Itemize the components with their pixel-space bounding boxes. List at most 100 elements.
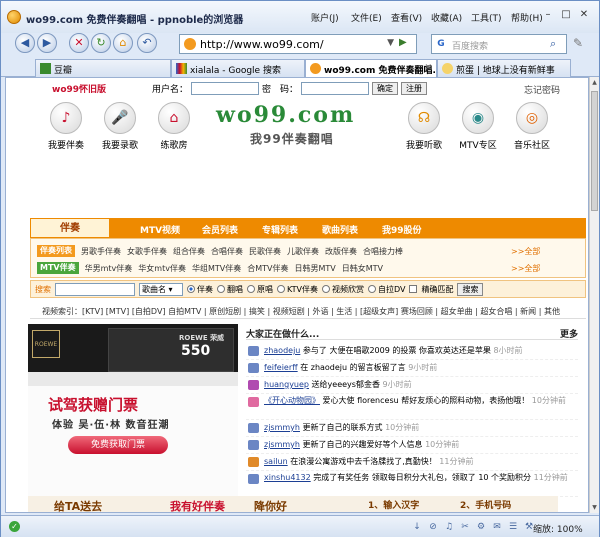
vertical-scrollbar[interactable]: ▲ ▼ xyxy=(589,77,599,513)
get-ticket-button[interactable]: 免费获取门票 xyxy=(68,436,168,454)
scroll-thumb[interactable] xyxy=(591,91,598,211)
bottom-banner[interactable]: 给TA送去 我有好伴奏 降你好 1、输入汉字 2、手机号码 xyxy=(28,496,558,512)
mtv-nav[interactable]: ◉ MTV专区 xyxy=(448,102,508,151)
tab-mtv-video[interactable]: MTV视频 xyxy=(140,223,180,236)
close-icon[interactable]: ✕ xyxy=(577,8,591,22)
old-version-link[interactable]: wo99怀旧版 xyxy=(52,82,106,95)
category-link[interactable]: 组合伴奏 xyxy=(173,246,205,257)
more-mtv-link[interactable]: >>全部 xyxy=(511,263,540,274)
popup-block-icon[interactable]: ⊘ xyxy=(427,521,439,533)
menu-account[interactable]: 账户(J) xyxy=(311,11,351,24)
forgot-password-link[interactable]: 忘记密码 xyxy=(524,83,560,96)
video-index[interactable]: 视频索引：[KTV] [MTV] [自拍DV] 自拍MTV | 原创短剧 | 搞… xyxy=(42,306,560,317)
settings-icon[interactable]: ⚙ xyxy=(475,521,487,533)
pen-icon[interactable]: ✎ xyxy=(573,36,583,50)
feed-user-link[interactable]: 《开心动物园》 xyxy=(264,396,320,405)
more-accompaniment-link[interactable]: >>全部 xyxy=(511,246,540,257)
radio-video[interactable]: 视频欣赏 xyxy=(321,284,364,295)
feed-user-link[interactable]: xinshu4132 xyxy=(264,473,311,482)
feed-user-link[interactable]: huangyuep xyxy=(264,380,309,389)
site-brand[interactable]: wo99.com xyxy=(216,102,355,128)
menu-file[interactable]: 文件(E) xyxy=(351,11,391,24)
minimize-icon[interactable]: – xyxy=(541,8,555,22)
category-link[interactable]: 合唱伴奏 xyxy=(211,246,243,257)
search-engine-icon[interactable]: G xyxy=(435,38,447,50)
feed-user-link[interactable]: zhaodeju xyxy=(264,346,300,355)
tab-album-list[interactable]: 专辑列表 xyxy=(262,223,298,236)
category-link[interactable]: 华组MTV伴奏 xyxy=(192,263,241,274)
feed-more-link[interactable]: 更多 xyxy=(560,327,578,340)
maximize-icon[interactable]: □ xyxy=(559,8,573,22)
practice-room-nav[interactable]: ⌂ 练歌房 xyxy=(144,102,204,151)
accompaniment-nav[interactable]: ♪ 我要伴奏 xyxy=(36,102,96,151)
category-link[interactable]: 改版伴奏 xyxy=(325,246,357,257)
undo-close-icon[interactable]: ↶ xyxy=(137,33,157,53)
speaker-icon[interactable]: ♫ xyxy=(443,521,455,533)
stop-icon[interactable]: ✕ xyxy=(69,33,89,53)
menu-favorites[interactable]: 收藏(A) xyxy=(431,11,471,24)
tab-shares[interactable]: 我99股份 xyxy=(382,223,422,236)
category-link[interactable]: 合MTV伴奏 xyxy=(247,263,288,274)
search-icon[interactable]: ⌕ xyxy=(550,37,564,51)
register-button[interactable]: 注册 xyxy=(401,82,428,95)
zoom-level[interactable]: 缩放: 100% xyxy=(533,522,583,535)
feed-icon[interactable]: ☰ xyxy=(507,521,519,533)
forward-icon[interactable]: ▶ xyxy=(37,33,57,53)
menu-tools[interactable]: 工具(T) xyxy=(471,11,511,24)
exact-match-checkbox[interactable] xyxy=(409,285,418,293)
category-link[interactable]: 男歌手伴奏 xyxy=(81,246,121,257)
radio-accompaniment[interactable]: 伴奏 xyxy=(187,284,213,295)
accompaniment-list-tag[interactable]: 伴奏列表 xyxy=(37,245,75,257)
category-link[interactable]: 日韩男MTV xyxy=(294,263,335,274)
feed-user-link[interactable]: zjsmmyh xyxy=(264,440,300,449)
tab-douban[interactable]: 豆瓣 xyxy=(35,59,171,77)
address-bar[interactable]: http://www.wo99.com/ ▼ ▶ xyxy=(179,34,417,54)
category-link[interactable]: 民歌伴奏 xyxy=(249,246,281,257)
radio-cover[interactable]: 翻唱 xyxy=(217,284,243,295)
scroll-down-icon[interactable]: ▼ xyxy=(591,504,598,511)
category-link[interactable]: 女歌手伴奏 xyxy=(127,246,167,257)
download-icon[interactable]: ↓ xyxy=(411,521,423,533)
category-link[interactable]: 日韩女MTV xyxy=(342,263,383,274)
back-icon[interactable]: ◀ xyxy=(15,33,35,53)
mail-icon[interactable]: ✉ xyxy=(491,521,503,533)
tab-accompaniment[interactable]: 伴奏 xyxy=(30,218,110,238)
screenshot-icon[interactable]: ✂ xyxy=(459,521,471,533)
go-icon[interactable]: ▶ xyxy=(399,37,413,51)
feed-user-link[interactable]: feifeierff xyxy=(264,363,298,372)
site-search-input[interactable] xyxy=(55,282,135,296)
refresh-icon[interactable]: ↻ xyxy=(91,33,111,53)
roewe-advertisement[interactable]: ROEWE ROEWE 荣威 550 试驾获赠门票 体验 吴·伍·林 数音狂潮 … xyxy=(28,324,238,510)
tab-wo99[interactable]: wo99.com 免费伴奏翻唱... ✕ xyxy=(305,59,437,78)
password-input[interactable] xyxy=(301,82,370,95)
site-search-button[interactable]: 搜索 xyxy=(457,282,484,296)
category-link[interactable]: 合唱接力棒 xyxy=(363,246,403,257)
feed-user-link[interactable]: zjsmmyh xyxy=(264,423,300,432)
category-link[interactable]: 儿歌伴奏 xyxy=(287,246,319,257)
record-nav[interactable]: 🎤 我要录歌 xyxy=(90,102,150,151)
tab-member-list[interactable]: 会员列表 xyxy=(202,223,238,236)
radio-original[interactable]: 原唱 xyxy=(247,284,273,295)
scroll-up-icon[interactable]: ▲ xyxy=(591,79,598,86)
radio-dv[interactable]: 自拉DV xyxy=(367,284,405,295)
banner-text: 1、输入汉字 xyxy=(368,501,420,511)
search-type-select[interactable]: 歌曲名 ▾ xyxy=(139,282,183,296)
tab-google[interactable]: xialala - Google 搜索 xyxy=(171,59,305,77)
home-icon[interactable]: ⌂ xyxy=(113,33,133,53)
radio-ktv[interactable]: KTV伴奏 xyxy=(277,284,318,295)
feed-user-link[interactable]: sailun xyxy=(264,457,288,466)
wo99-favicon-icon xyxy=(310,63,321,74)
search-box[interactable]: G 百度搜索 ⌕ xyxy=(431,34,567,54)
category-link[interactable]: 华男mtv伴奏 xyxy=(85,263,133,274)
username-input[interactable] xyxy=(191,82,260,95)
close-tab-icon[interactable]: ✕ xyxy=(424,63,432,73)
category-link[interactable]: 华女mtv伴奏 xyxy=(138,263,186,274)
login-button[interactable]: 确定 xyxy=(372,82,399,95)
mtv-accompaniment-tag[interactable]: MTV伴奏 xyxy=(37,262,79,274)
tab-song-list[interactable]: 歌曲列表 xyxy=(322,223,358,236)
community-nav[interactable]: ◎ 音乐社区 xyxy=(502,102,562,151)
chevron-down-icon[interactable]: ▼ xyxy=(387,38,394,48)
listen-nav[interactable]: ☊ 我要听歌 xyxy=(394,102,454,151)
tab-jandan[interactable]: 煎蛋 | 地球上没有新鲜事 xyxy=(437,59,571,77)
menu-view[interactable]: 查看(V) xyxy=(391,11,431,24)
